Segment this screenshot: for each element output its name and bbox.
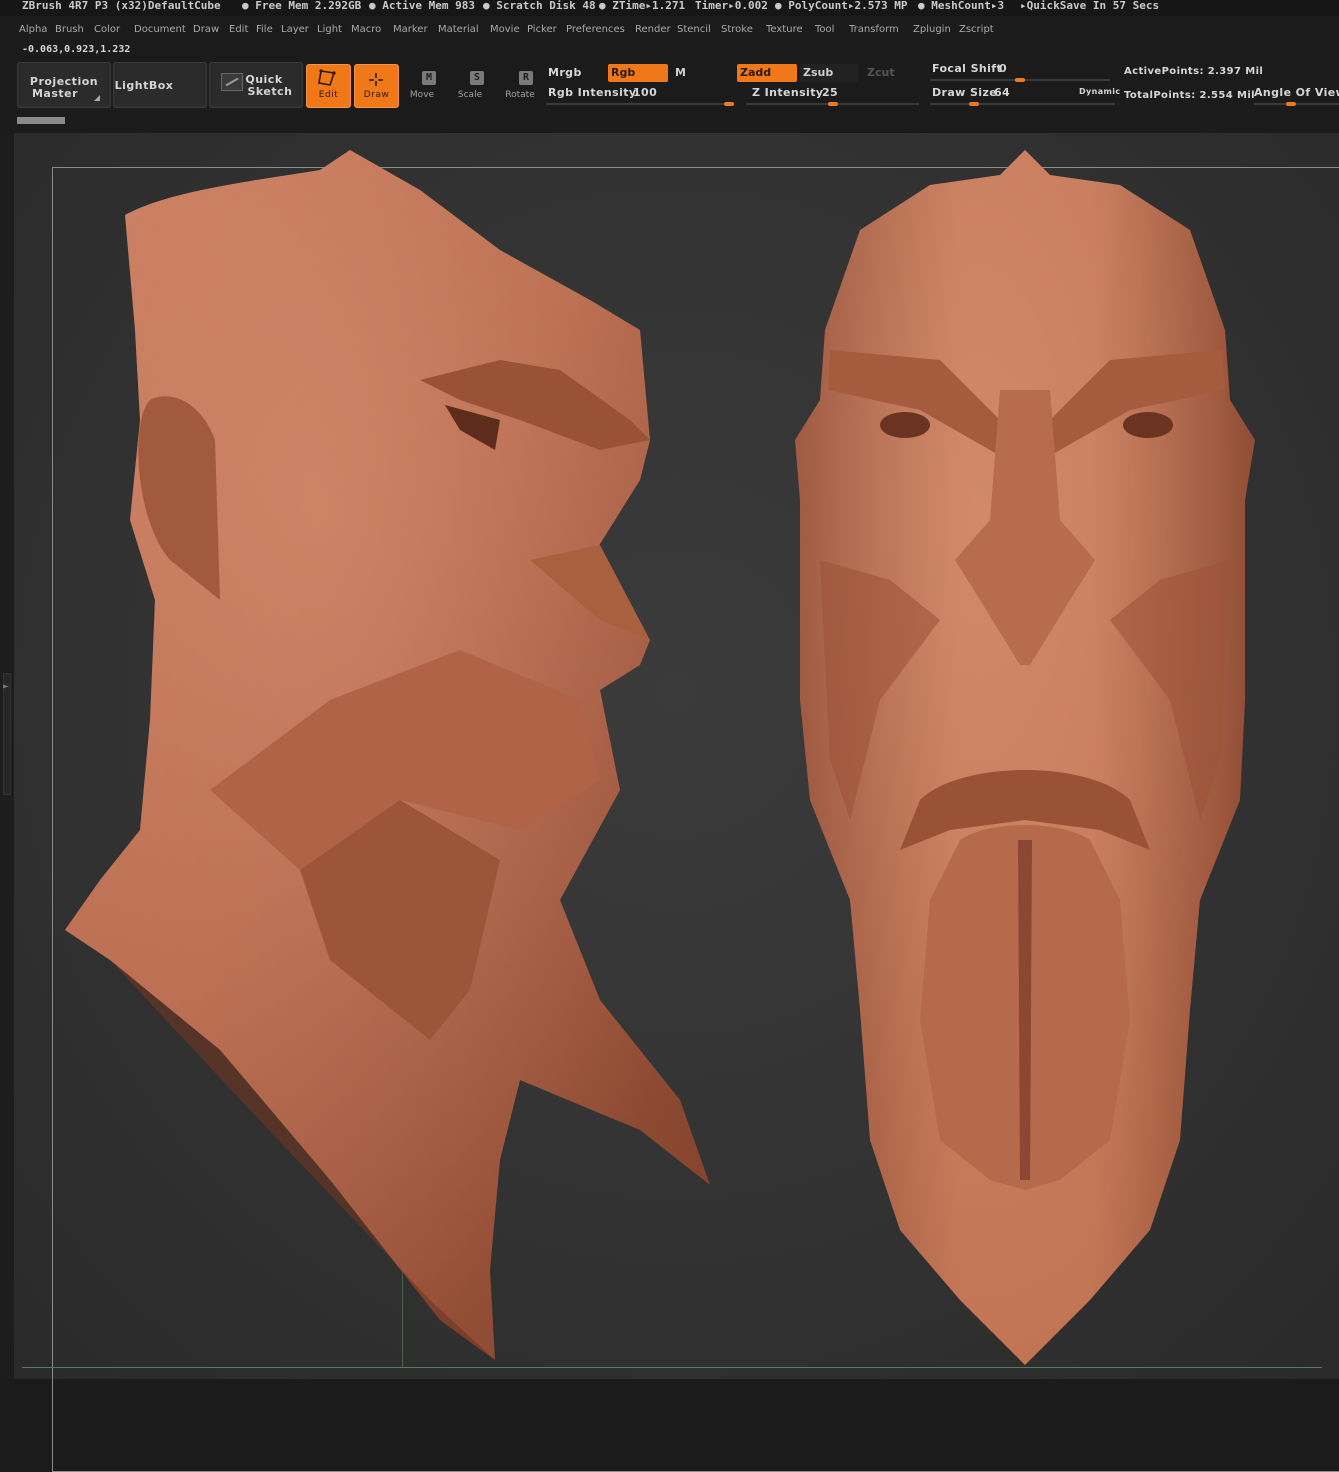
sculpt-front-view — [795, 150, 1255, 1365]
sculpt-viewport[interactable] — [0, 0, 1339, 1379]
front-eye-right — [1123, 412, 1173, 438]
front-eye-left — [880, 412, 930, 438]
front-lip-groove — [1018, 840, 1032, 1180]
sculpt-side-view — [65, 150, 710, 1360]
